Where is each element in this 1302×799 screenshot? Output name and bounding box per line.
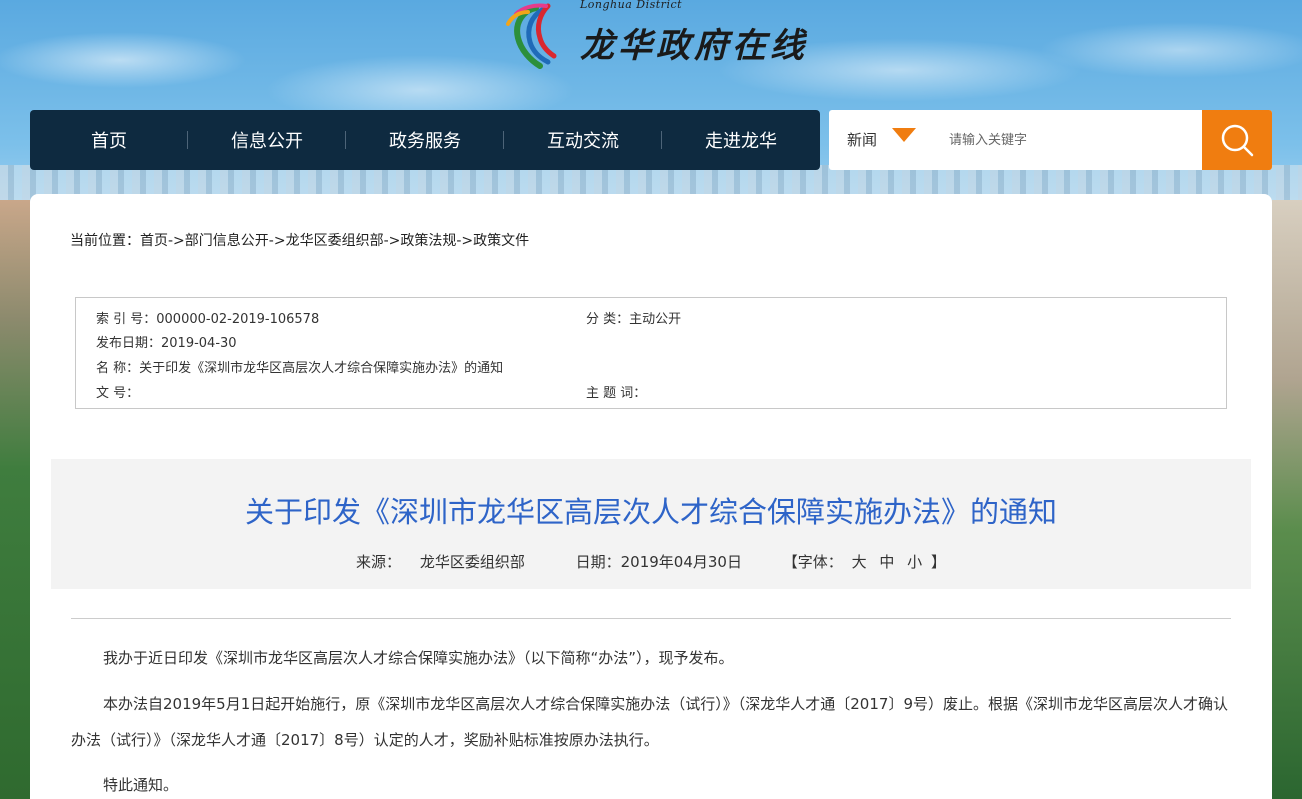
source-value: 龙华区委组织部 bbox=[419, 553, 525, 571]
meta-name-value: 关于印发《深圳市龙华区高层次人才综合保障实施办法》的通知 bbox=[139, 361, 504, 376]
font-size-large-button[interactable]: 大 bbox=[852, 551, 867, 572]
font-size-label: 【字体： bbox=[782, 553, 843, 571]
nav-item-government-services[interactable]: 政务服务 bbox=[346, 127, 504, 153]
meta-index-value: 000000-02-2019-106578 bbox=[156, 312, 320, 327]
paragraph-2: 本办法自2019年5月1日起开始施行，原《深圳市龙华区高层次人才综合保障实施办法… bbox=[71, 695, 1228, 749]
font-size-close: 】 bbox=[930, 553, 946, 571]
meta-name-label: 名 称： bbox=[96, 361, 140, 376]
nav-item-info-disclosure[interactable]: 信息公开 bbox=[188, 127, 346, 153]
logo-title: 龙华政府在线 bbox=[580, 26, 808, 66]
content-card: 当前位置：首页->部门信息公开->龙华区委组织部->政策法规->政策文件 索 引… bbox=[30, 194, 1272, 799]
meta-docno: 文 号： bbox=[96, 382, 139, 401]
logo-subtitle: Longhua District bbox=[580, 0, 683, 11]
search-button[interactable] bbox=[1202, 110, 1272, 170]
meta-date-label: 发布日期： bbox=[96, 336, 162, 351]
meta-category: 分 类：主动公开 bbox=[586, 308, 681, 327]
document-metadata-box: 索 引 号：000000-02-2019-106578 分 类：主动公开 发布日… bbox=[75, 297, 1227, 409]
nav-item-interaction[interactable]: 互动交流 bbox=[504, 127, 662, 153]
site-logo[interactable]: Longhua District 龙华政府在线 bbox=[496, 0, 826, 72]
meta-index-label: 索 引 号： bbox=[96, 312, 157, 327]
search-bar: 新闻 bbox=[829, 110, 1272, 170]
chevron-down-icon[interactable] bbox=[892, 128, 916, 142]
meta-keywords-label: 主 题 词： bbox=[586, 386, 647, 401]
font-size-medium-button[interactable]: 中 bbox=[879, 551, 894, 572]
meta-date-value: 2019-04-30 bbox=[161, 336, 237, 351]
document-title: 关于印发《深圳市龙华区高层次人才综合保障实施办法》的通知 bbox=[244, 495, 1057, 529]
font-size-small-button[interactable]: 小 bbox=[907, 551, 922, 572]
breadcrumb[interactable]: 当前位置：首页->部门信息公开->龙华区委组织部->政策法规->政策文件 bbox=[70, 230, 529, 250]
meta-date: 发布日期：2019-04-30 bbox=[96, 332, 237, 351]
meta-index: 索 引 号：000000-02-2019-106578 bbox=[96, 308, 319, 327]
nav-item-about-longhua[interactable]: 走进龙华 bbox=[662, 127, 820, 153]
content-divider bbox=[71, 618, 1231, 619]
nav-item-home[interactable]: 首页 bbox=[30, 127, 188, 153]
meta-docno-label: 文 号： bbox=[96, 386, 140, 401]
meta-keywords: 主 题 词： bbox=[586, 382, 646, 401]
search-icon bbox=[1221, 124, 1254, 157]
search-input[interactable] bbox=[949, 125, 1199, 155]
source-label: 来源： bbox=[356, 553, 402, 571]
paragraph-1: 我办于近日印发《深圳市龙华区高层次人才综合保障实施办法》（以下简称“办法”），现… bbox=[103, 649, 734, 667]
search-category-select[interactable]: 新闻 bbox=[847, 110, 877, 170]
date-value: 2019年04月30日 bbox=[620, 553, 742, 571]
meta-category-label: 分 类： bbox=[586, 312, 630, 327]
date-label: 日期： bbox=[575, 553, 621, 571]
main-nav: 首页 信息公开 政务服务 互动交流 走进龙华 bbox=[30, 110, 820, 170]
paragraph-3: 特此通知。 bbox=[103, 776, 179, 794]
longhua-logo-icon bbox=[506, 3, 557, 69]
meta-name: 名 称：关于印发《深圳市龙华区高层次人才综合保障实施办法》的通知 bbox=[96, 357, 503, 376]
meta-category-value: 主动公开 bbox=[629, 312, 682, 327]
background-scenery-right bbox=[1272, 200, 1302, 799]
background-scenery-left bbox=[0, 200, 30, 799]
document-info: 来源： 龙华区委组织部 日期：2019年04月30日 【字体： 大 中 小 】 bbox=[51, 551, 1251, 572]
document-title-band: 关于印发《深圳市龙华区高层次人才综合保障实施办法》的通知 来源： 龙华区委组织部… bbox=[51, 459, 1251, 589]
